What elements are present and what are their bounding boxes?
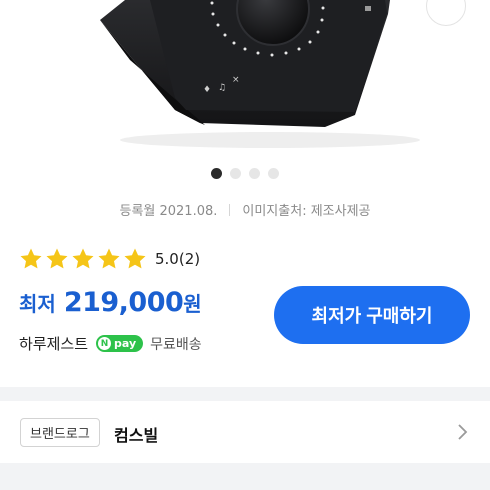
rating-stars — [19, 247, 147, 271]
npay-n-icon: N — [98, 337, 112, 350]
price-value: 219,000 — [63, 287, 184, 318]
audio-interface-device-image: ♦ ♫ × — [100, 0, 420, 148]
price-prefix: 최저 — [19, 292, 56, 316]
gallery-pagination — [0, 168, 490, 180]
gallery-dot-2[interactable] — [230, 168, 241, 179]
star-icon — [20, 248, 42, 269]
shipping-info: 무료배송 — [150, 336, 202, 353]
registered-month: 등록월 2021.08. — [119, 204, 218, 219]
section-divider — [0, 387, 490, 401]
brand-log-badge: 브랜드로그 — [20, 418, 100, 447]
lowest-price: 최저 219,000 원 — [19, 287, 202, 318]
product-image[interactable]: ♦ ♫ × — [0, 0, 490, 165]
brand-row[interactable]: 브랜드로그 컴스빌 — [0, 401, 490, 463]
chevron-right-icon[interactable] — [452, 422, 472, 442]
product-meta: 등록월 2021.08. 이미지출처: 제조사제공 — [0, 200, 490, 219]
star-icon — [46, 248, 68, 269]
star-icon — [98, 248, 120, 269]
gallery-dot-1[interactable] — [211, 168, 222, 179]
price-unit: 원 — [183, 292, 202, 316]
rating[interactable]: 5.0 (2) — [19, 247, 200, 271]
image-source: 이미지출처: 제조사제공 — [242, 204, 371, 219]
seller-name[interactable]: 하루제스트 — [19, 333, 88, 354]
npay-label: pay — [114, 337, 137, 350]
gallery-dot-4[interactable] — [268, 168, 279, 179]
gallery-dot-3[interactable] — [249, 168, 260, 179]
mic-icon: ♦ — [203, 85, 211, 95]
headphone-icon: ♫ — [218, 83, 226, 93]
mute-icon: × — [232, 75, 240, 85]
seller-info[interactable]: 하루제스트 N pay 무료배송 — [19, 333, 202, 354]
section-divider-bottom — [0, 463, 490, 490]
star-icon — [124, 248, 146, 269]
rating-score: 5.0 — [155, 250, 179, 268]
star-icon — [72, 248, 94, 269]
npay-badge: N pay — [96, 335, 144, 352]
brand-name: 컴스빌 — [114, 426, 159, 445]
review-count[interactable]: (2) — [179, 250, 200, 268]
lowest-price-buy-button[interactable]: 최저가 구매하기 — [274, 286, 470, 344]
meta-divider — [229, 203, 231, 216]
